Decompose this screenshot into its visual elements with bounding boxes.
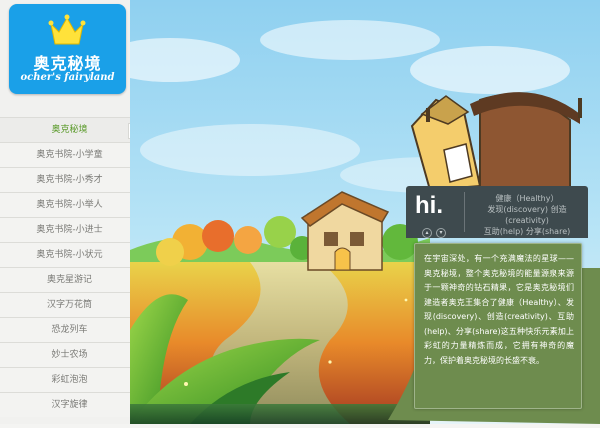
nav-item[interactable]: 妙士农场 [0, 342, 139, 367]
nav-item-label: 奥克书院-小状元 [36, 250, 103, 260]
nav-item-label: 彩虹泡泡 [51, 375, 88, 385]
nav-item-label: 恐龙列车 [51, 325, 88, 335]
nav-item[interactable]: 奥克书院-小举人 [0, 192, 139, 217]
nav-item-label: 奥克秘境 [51, 125, 88, 135]
values-line: 互助(help) 分享(share) [483, 227, 571, 236]
nav-item-label: 汉字旋律 [51, 400, 88, 410]
values-line: 健康（Healthy） [495, 194, 559, 203]
nav-item-label: 奥克书院-小举人 [36, 200, 103, 210]
nav-item[interactable]: 奥克书院-小秀才 [0, 167, 139, 192]
description-box: 在宇宙深处，有一个充满魔法的星球——奥克秘境，整个奥克秘境的能量源泉来源于一颗神… [414, 243, 582, 409]
intro-panel: hi. 健康（Healthy） 发现(discovery) 创造(creativ… [406, 186, 588, 409]
hi-header: hi. 健康（Healthy） 发现(discovery) 创造(creativ… [406, 186, 588, 238]
sidebar: 奥克秘境 ocher's fairyland 奥克秘境▸ 奥克书院-小学童奥克书院… [0, 0, 140, 424]
nav-item[interactable]: 汉字旋律 [0, 392, 139, 417]
nav-item[interactable]: 奥克星游记 [0, 267, 139, 292]
nav-item[interactable]: 汉字万花筒 [0, 292, 139, 317]
values-list: 健康（Healthy） 发现(discovery) 创造(creativity)… [468, 193, 586, 237]
logo-english-name: ocher's fairyland [20, 72, 115, 83]
expand-icon[interactable]: ▴ [422, 228, 432, 238]
values-line: 发现(discovery) 创造(creativity) [487, 205, 567, 225]
nav-item-label: 奥克书院-小学童 [36, 150, 103, 160]
side-navigation: 奥克秘境▸ 奥克书院-小学童奥克书院-小秀才奥克书院-小举人奥克书院-小进士奥克书… [0, 117, 139, 417]
collapse-icon[interactable]: ▾ [436, 228, 446, 238]
nav-item[interactable]: 奥克书院-小状元 [0, 242, 139, 267]
nav-item[interactable]: 奥克书院-小进士 [0, 217, 139, 242]
description-text: 在宇宙深处，有一个充满魔法的星球——奥克秘境，整个奥克秘境的能量源泉来源于一颗神… [424, 254, 574, 365]
nav-item[interactable]: 奥克书院-小学童 [0, 142, 139, 167]
nav-item-label: 奥克书院-小秀才 [36, 175, 103, 185]
hi-title: hi. [415, 192, 443, 219]
logo-chinese-name: 奥克秘境 [33, 54, 102, 73]
nav-item[interactable]: 彩虹泡泡 [0, 367, 139, 392]
nav-item-label: 妙士农场 [51, 350, 88, 360]
logo[interactable]: 奥克秘境 ocher's fairyland [9, 4, 126, 94]
nav-item[interactable]: 恐龙列车 [0, 317, 139, 342]
nav-item-label: 奥克书院-小进士 [36, 225, 103, 235]
nav-item[interactable]: 奥克秘境▸ [0, 117, 139, 142]
hi-divider [464, 192, 465, 232]
nav-item-label: 汉字万花筒 [46, 300, 92, 310]
nav-item-label: 奥克星游记 [46, 275, 92, 285]
